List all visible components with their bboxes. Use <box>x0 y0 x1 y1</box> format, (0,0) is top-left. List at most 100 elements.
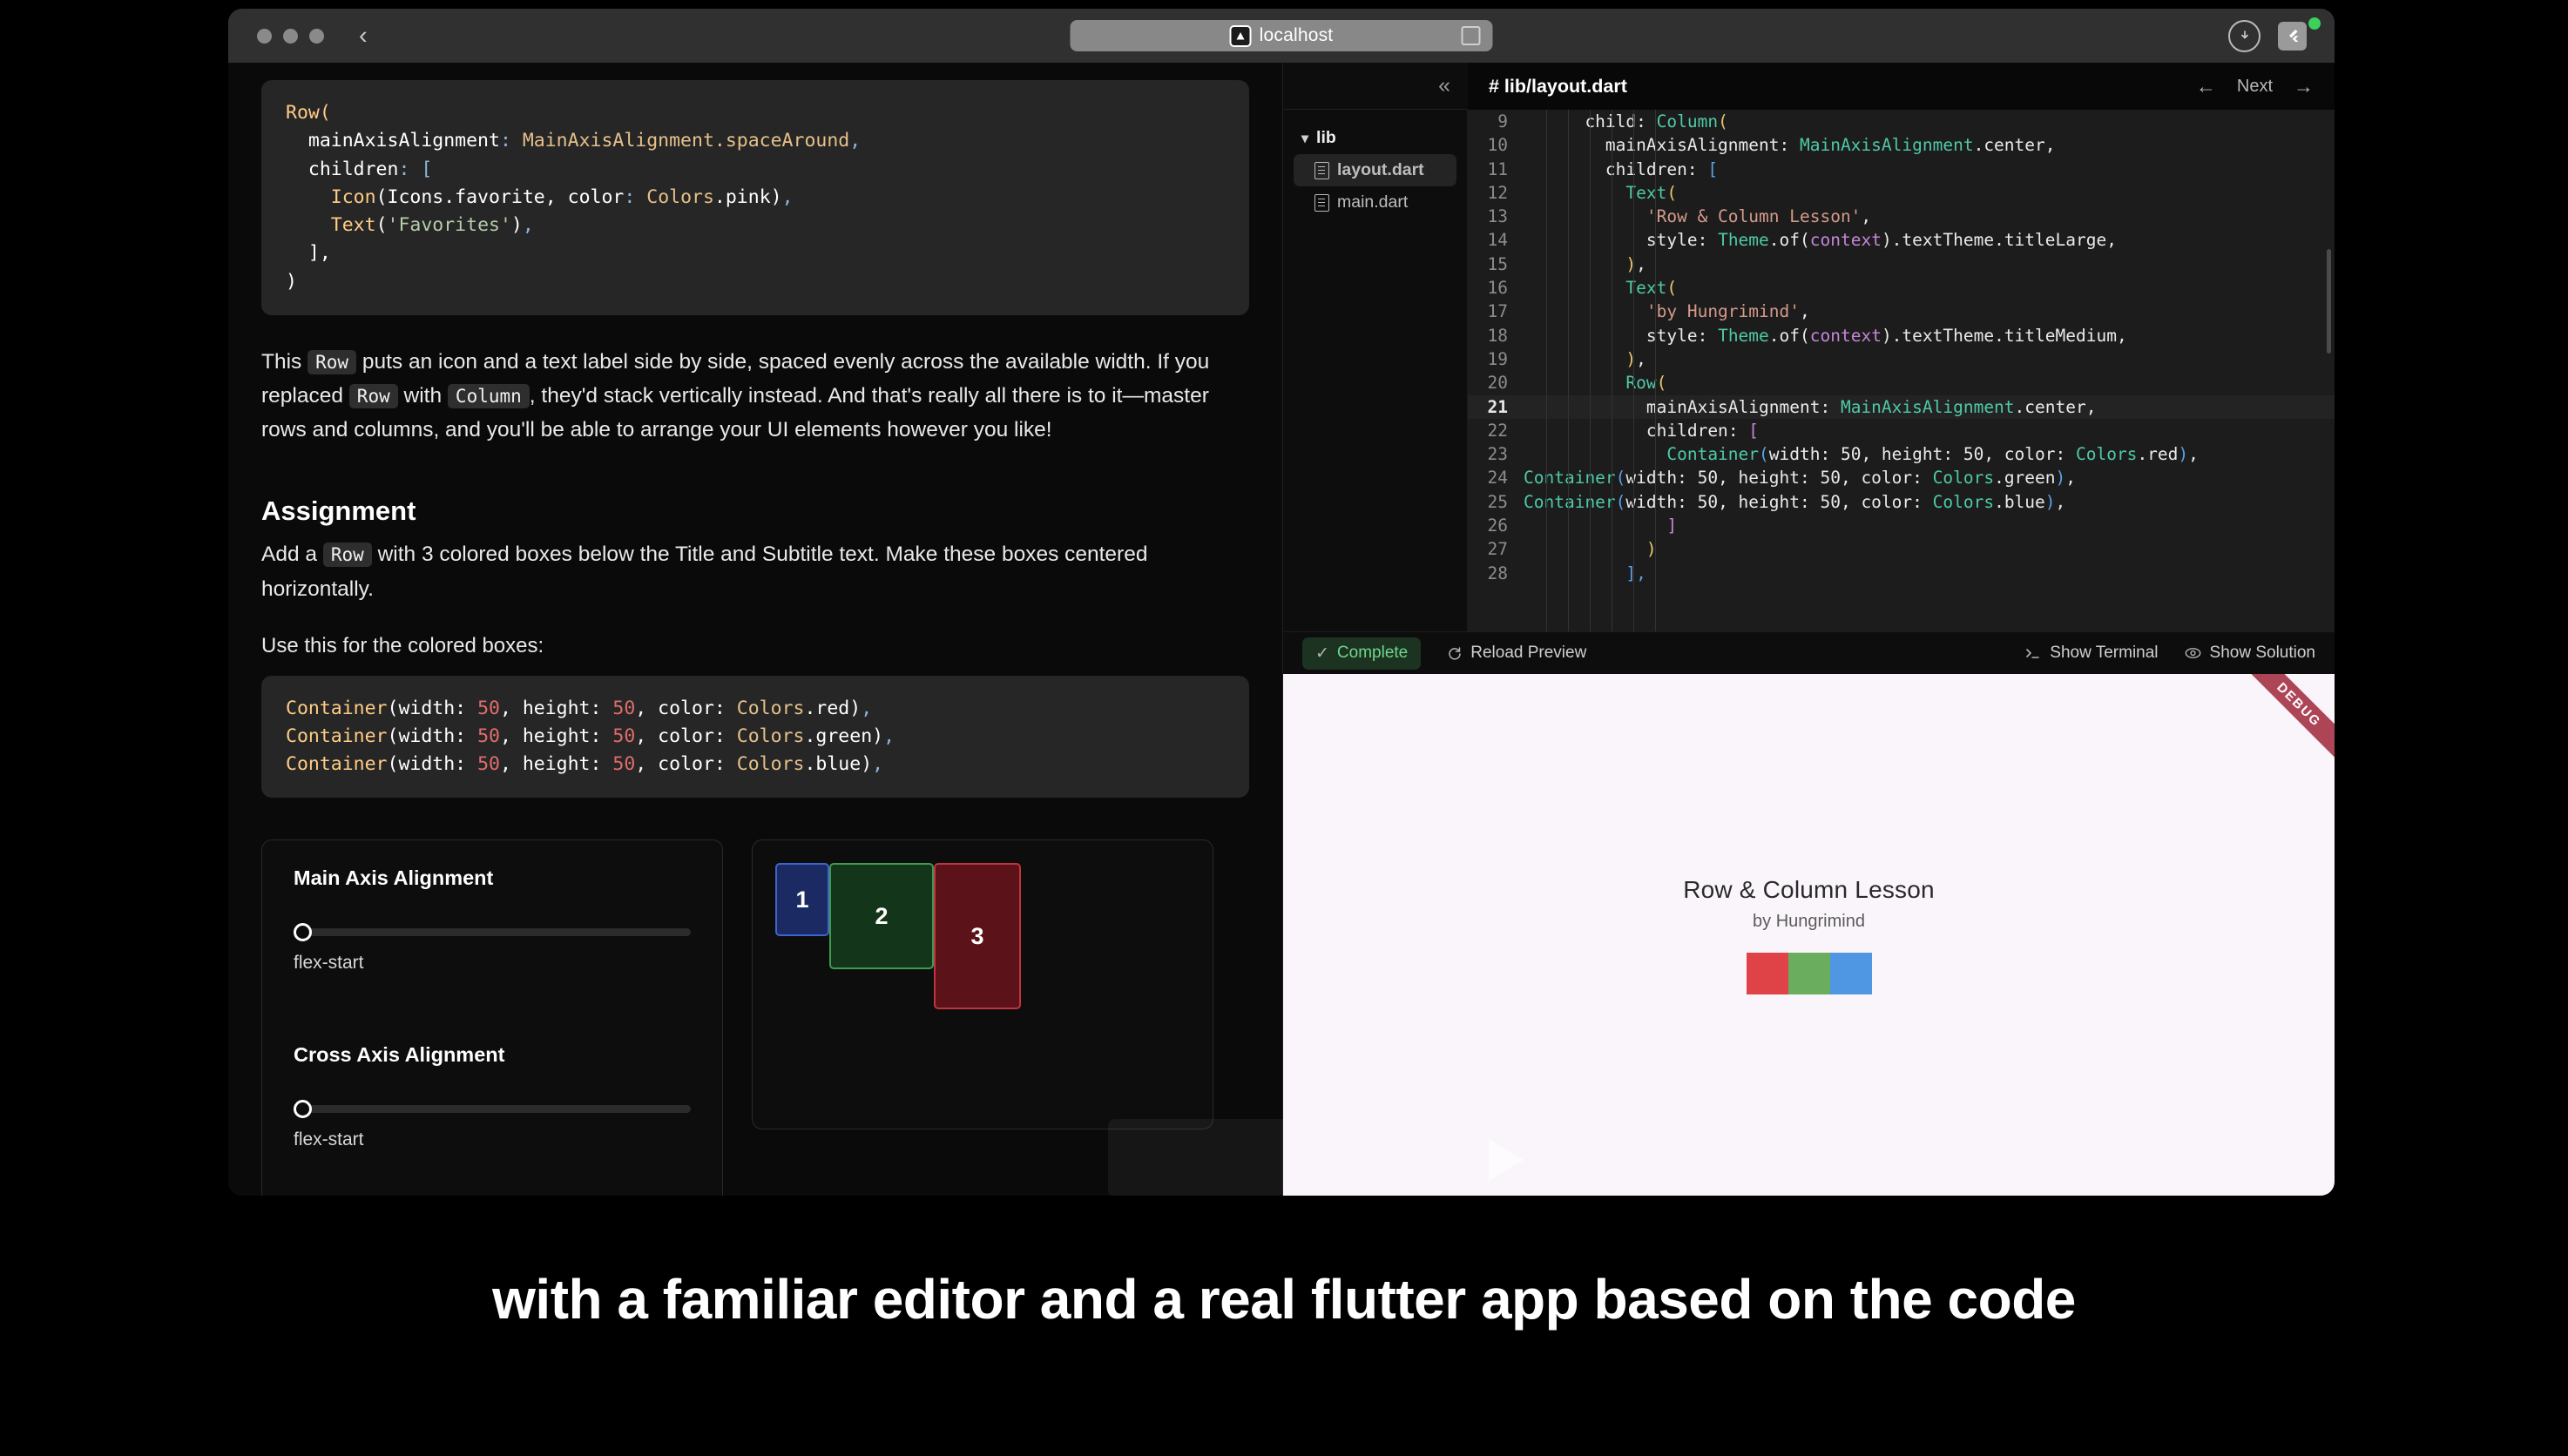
chevron-double-left-icon[interactable]: « <box>1438 73 1450 98</box>
cross-axis-slider-thumb[interactable] <box>294 1100 312 1118</box>
code-token: ).textTheme.titleMedium, <box>1882 326 2127 346</box>
editor-code-line[interactable]: 28 ], <box>1468 562 2335 585</box>
show-solution-button[interactable]: Show Solution <box>2185 644 2315 663</box>
editor-code-line[interactable]: 21 mainAxisAlignment: MainAxisAlignment.… <box>1468 395 2335 419</box>
file-tree-folder-lib[interactable]: ▾ lib <box>1294 122 1456 154</box>
editor-line-number: 12 <box>1468 181 1524 205</box>
code-token: children <box>1524 159 1687 179</box>
code-token: , <box>1861 206 1871 226</box>
editor-file-title: # lib/layout.dart <box>1489 76 1627 98</box>
next-button-label[interactable]: Next <box>2237 77 2273 97</box>
editor-code-line[interactable]: 25Container(width: 50, height: 50, color… <box>1468 490 2335 514</box>
assignment-text-1: Add a <box>261 543 323 566</box>
code-token: mainAxisAlignment <box>286 130 500 152</box>
window-traffic-lights[interactable] <box>257 29 324 44</box>
code-token: , height: <box>500 698 612 719</box>
code-token: : [ <box>398 158 432 180</box>
main-axis-label: Main Axis Alignment <box>294 866 691 890</box>
editor-code-line[interactable]: 9 child: Column( <box>1468 110 2335 133</box>
address-bar[interactable]: localhost <box>1071 20 1493 51</box>
editor-code-line[interactable]: 19 ), <box>1468 347 2335 371</box>
reload-preview-button[interactable]: Reload Preview <box>1447 644 1586 663</box>
code-token: , <box>2065 468 2076 488</box>
editor-code-line[interactable]: 24Container(width: 50, height: 50, color… <box>1468 466 2335 489</box>
file-tree-header: « <box>1283 63 1468 110</box>
code-token: width: 50, height: 50, color: <box>1625 492 1932 512</box>
chevron-down-icon[interactable]: ▾ <box>1301 130 1308 147</box>
code-token: 50 <box>477 725 500 747</box>
file-tree-item-main-dart[interactable]: main.dart <box>1294 186 1456 219</box>
preview-content: Row & Column Lesson by Hungrimind <box>1283 876 2335 994</box>
code-token: Container <box>1524 444 1759 464</box>
editor-code-line[interactable]: 15 ), <box>1468 253 2335 276</box>
show-terminal-button[interactable]: Show Terminal <box>2025 644 2158 663</box>
editor-code-line[interactable]: 13 'Row & Column Lesson', <box>1468 205 2335 228</box>
code-token: , color: <box>635 698 737 719</box>
main-axis-slider[interactable] <box>294 923 691 940</box>
main-axis-slider-track[interactable] <box>294 928 691 936</box>
code-token: ( <box>1616 492 1626 512</box>
close-window-button[interactable] <box>257 29 272 44</box>
editor-line-number: 20 <box>1468 371 1524 394</box>
editor-line-number: 25 <box>1468 490 1524 514</box>
flutter-app-preview[interactable]: DEBUG Row & Column Lesson by Hungrimind <box>1283 674 2335 1196</box>
editor-code-line[interactable]: 12 Text( <box>1468 181 2335 205</box>
code-token: , <box>2056 492 2066 512</box>
editor-code-line[interactable]: 17 'by Hungrimind', <box>1468 300 2335 323</box>
editor-code-line[interactable]: 14 style: Theme.of(context).textTheme.ti… <box>1468 228 2335 252</box>
editor-line-text: style: Theme.of(context).textTheme.title… <box>1524 228 2117 252</box>
editor-line-number: 11 <box>1468 158 1524 181</box>
show-terminal-label: Show Terminal <box>2050 644 2158 663</box>
code-token: , <box>523 214 534 236</box>
file-tree-item-layout-dart[interactable]: layout.dart <box>1294 154 1456 186</box>
editor-scrollbar[interactable] <box>2327 249 2331 354</box>
download-icon[interactable] <box>2228 20 2261 52</box>
editor-code-line[interactable]: 23 Container(width: 50, height: 50, colo… <box>1468 442 2335 466</box>
editor-code-line[interactable]: 20 Row( <box>1468 371 2335 394</box>
arrow-right-icon[interactable]: → <box>2294 75 2314 98</box>
code-token: ).textTheme.titleLarge, <box>1882 230 2117 250</box>
editor-code-line[interactable]: 10 mainAxisAlignment: MainAxisAlignment.… <box>1468 133 2335 157</box>
preview-color-box-row <box>1283 953 2335 994</box>
assignment-text-2: with 3 colored boxes below the Title and… <box>261 543 1147 600</box>
minimize-window-button[interactable] <box>283 29 298 44</box>
complete-button[interactable]: ✓ Complete <box>1302 637 1421 670</box>
code-token: ( <box>1759 444 1769 464</box>
inline-code-row-2: Row <box>349 384 398 408</box>
code-token: .of( <box>1769 326 1810 346</box>
code-editor[interactable]: 9 child: Column(10 mainAxisAlignment: Ma… <box>1468 110 2335 631</box>
editor-code-line[interactable]: 18 style: Theme.of(context).textTheme.ti… <box>1468 324 2335 347</box>
editor-code-line[interactable]: 11 children: [ <box>1468 158 2335 181</box>
code-token: : <box>1698 326 1718 346</box>
code-token: ] <box>1524 516 1677 536</box>
code-token: ) <box>286 271 297 293</box>
code-token: ], <box>286 242 331 264</box>
editor-code-line[interactable]: 16 Text( <box>1468 276 2335 300</box>
code-token: .red <box>2137 444 2178 464</box>
editor-line-number: 23 <box>1468 442 1524 466</box>
cross-axis-slider-track[interactable] <box>294 1105 691 1113</box>
lesson-paragraph: This Row puts an icon and a text label s… <box>261 345 1246 448</box>
editor-code-line[interactable]: 26 ] <box>1468 514 2335 537</box>
code-line: Icon(Icons.favorite, color: Colors.pink)… <box>286 184 1225 212</box>
editor-code-line[interactable]: 22 children: [ <box>1468 419 2335 442</box>
cross-axis-slider[interactable] <box>294 1100 691 1117</box>
preview-color-box-3 <box>1830 953 1872 994</box>
arrow-left-icon[interactable]: ← <box>2196 75 2216 98</box>
main-axis-slider-thumb[interactable] <box>294 923 312 941</box>
code-token: .center, <box>2015 397 2097 417</box>
back-navigation-icon[interactable]: ‹ <box>359 24 368 49</box>
flutter-extension-icon[interactable] <box>2278 22 2307 51</box>
play-icon[interactable] <box>1489 1139 1524 1181</box>
reader-view-icon[interactable] <box>1462 26 1481 45</box>
maximize-window-button[interactable] <box>309 29 324 44</box>
screen-root: ‹ localhost Row( mainAx <box>0 0 2568 1456</box>
code-token: Column <box>1657 111 1718 131</box>
editor-line-text: style: Theme.of(context).textTheme.title… <box>1524 324 2127 347</box>
file-icon <box>1314 194 1329 212</box>
toolbar-left-group: ✓ Complete Reload Preview <box>1302 637 1586 670</box>
editor-line-text: mainAxisAlignment: MainAxisAlignment.cen… <box>1524 395 2096 419</box>
code-token: Colors <box>646 186 714 208</box>
code-token: mainAxisAlignment <box>1524 397 1820 417</box>
editor-code-line[interactable]: 27 ) <box>1468 537 2335 561</box>
